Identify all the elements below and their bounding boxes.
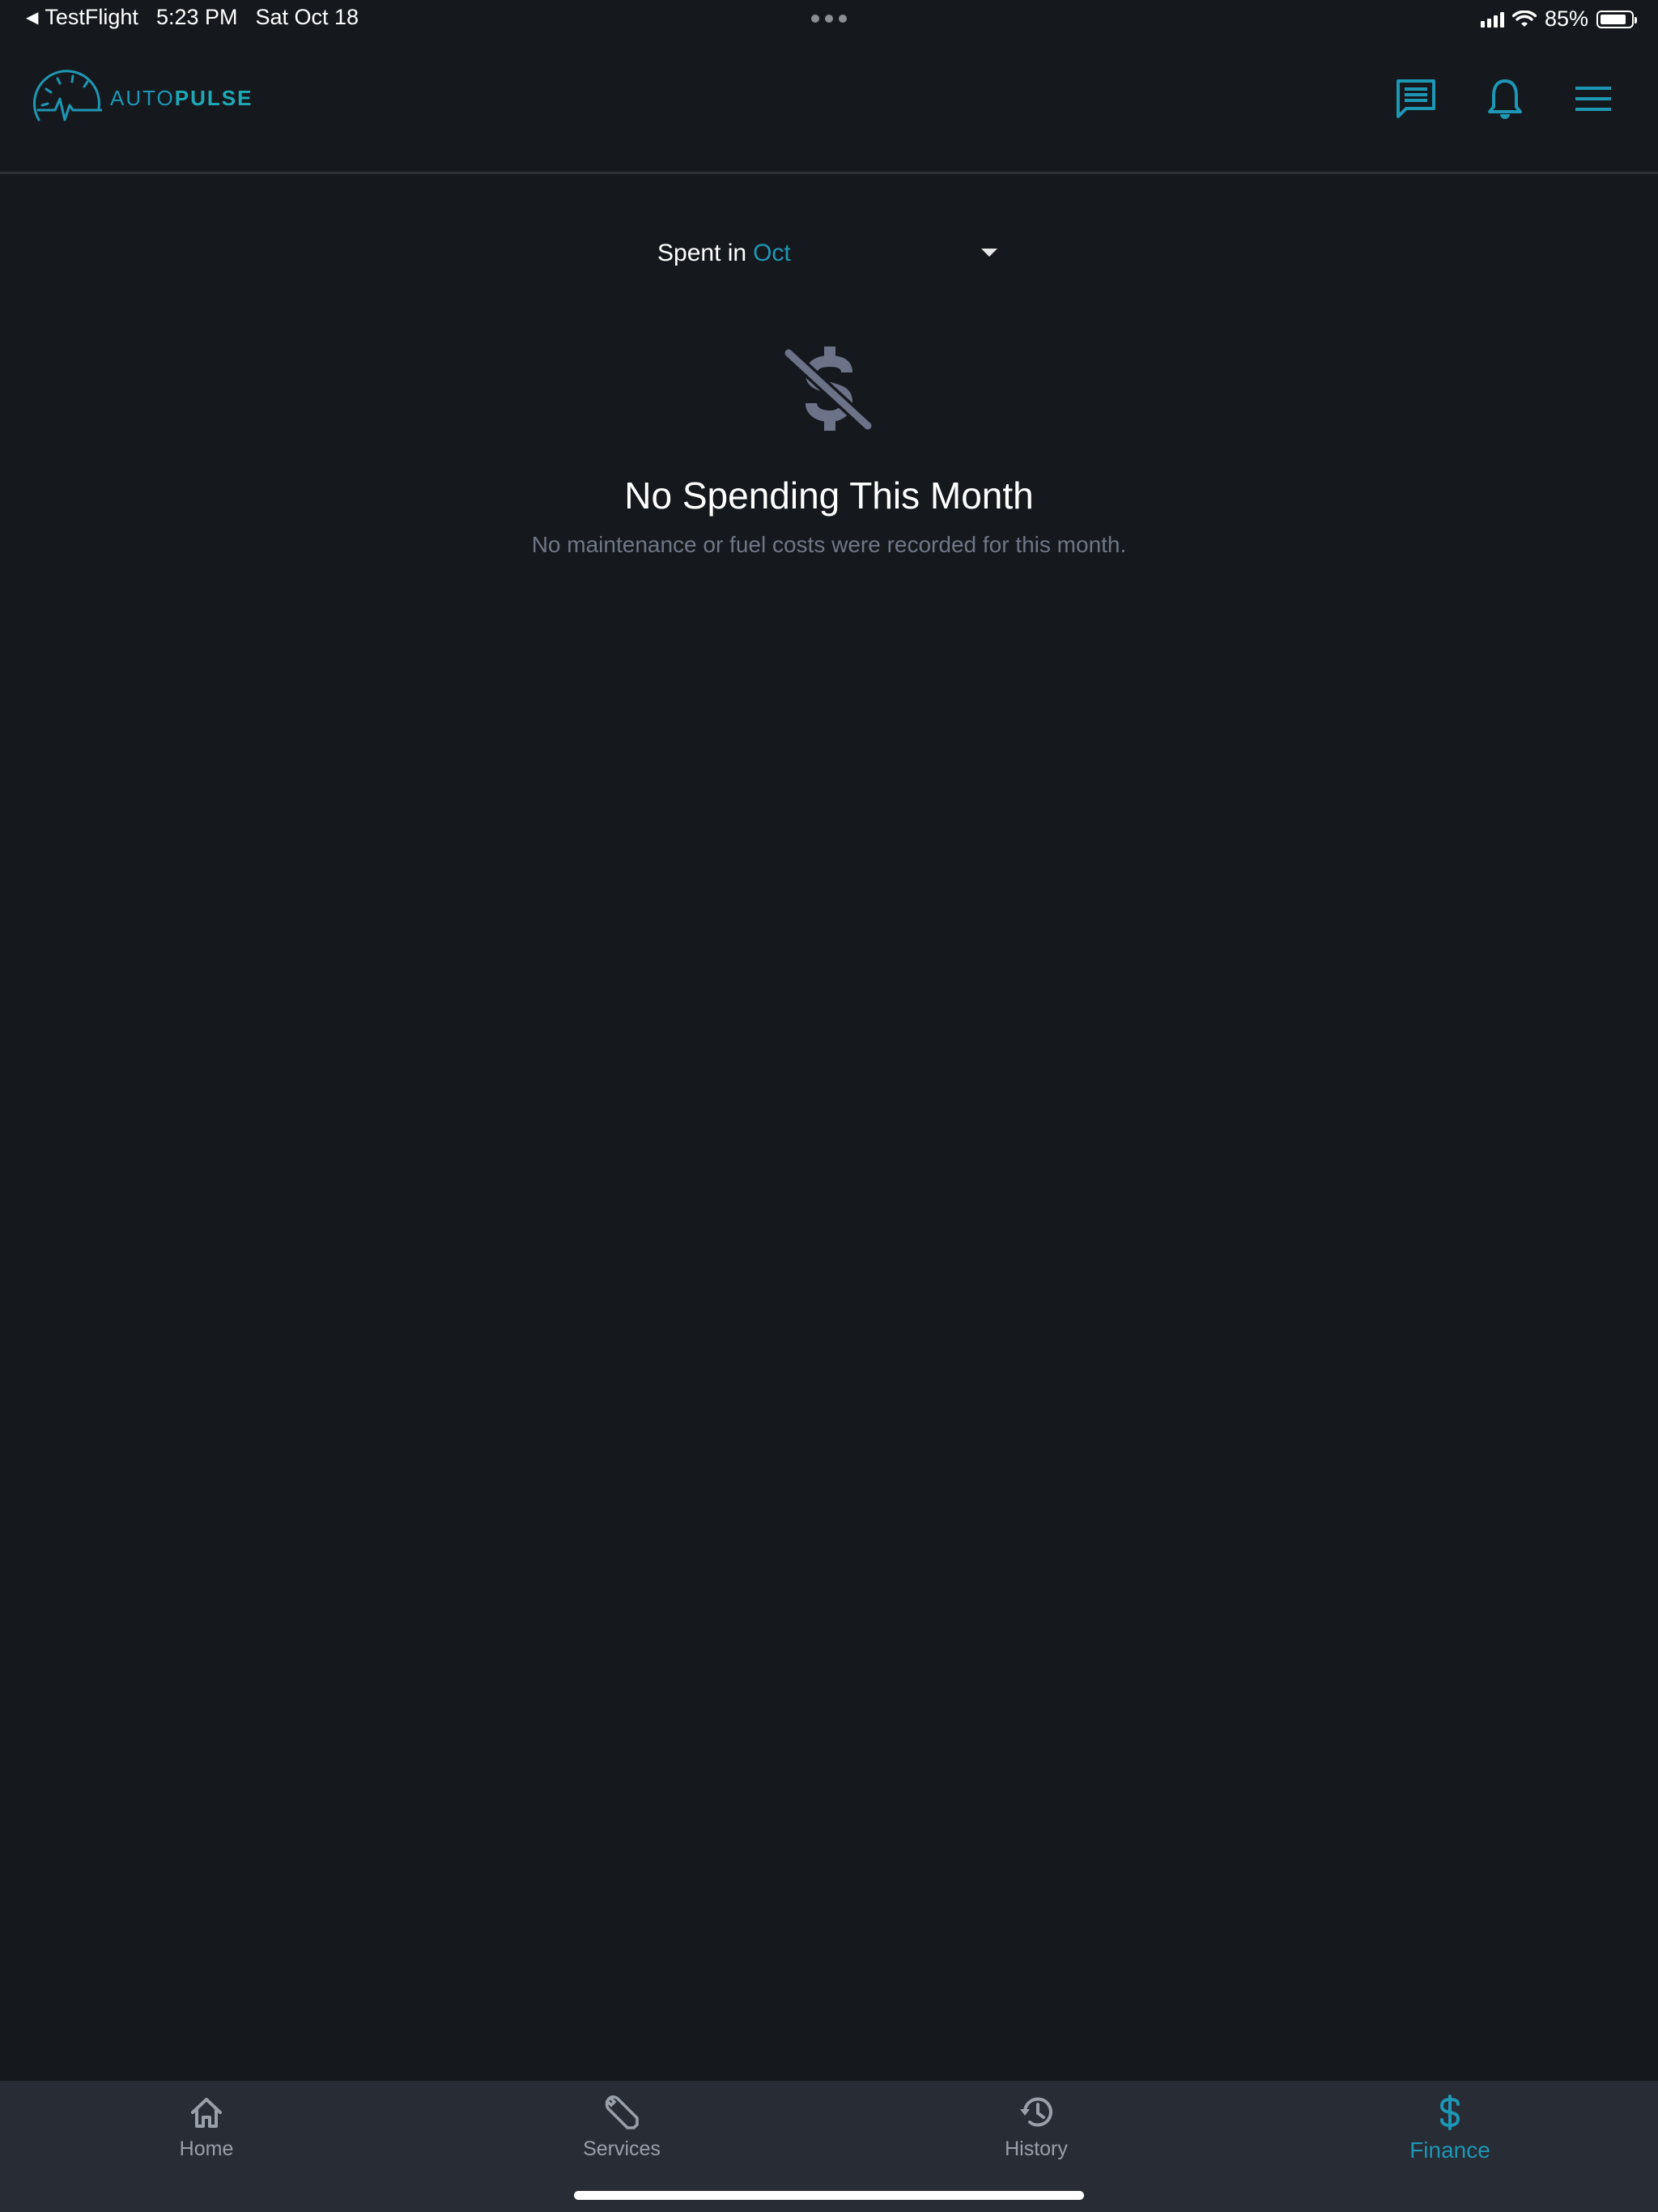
month-dropdown[interactable]: Spent in Oct: [657, 231, 997, 276]
tab-home[interactable]: Home: [85, 2094, 328, 2175]
home-indicator[interactable]: [574, 2191, 1084, 2200]
caret-down-icon: [981, 249, 997, 257]
status-bar: ◀ TestFlight 5:23 PM Sat Oct 18 85%: [0, 0, 1658, 37]
back-app-label[interactable]: TestFlight: [45, 5, 138, 30]
home-icon: [188, 2094, 225, 2131]
cellular-signal-icon: [1480, 11, 1504, 28]
speedometer-logo-icon: [33, 70, 102, 121]
finance-screen: ◀ TestFlight 5:23 PM Sat Oct 18 85% AUTO…: [0, 0, 1658, 2212]
status-bar-left[interactable]: ◀ TestFlight 5:23 PM Sat Oct 18: [26, 5, 359, 30]
tab-finance[interactable]: Finance: [1329, 2094, 1571, 2175]
logo-text-auto: AUTO: [110, 85, 175, 110]
tab-label: Finance: [1409, 2138, 1490, 2163]
wrench-icon: [603, 2094, 640, 2131]
app-logo: AUTOPULSE: [31, 70, 253, 126]
tab-services[interactable]: Services: [500, 2094, 743, 2175]
bell-icon: [1488, 79, 1522, 119]
battery-fill: [1601, 14, 1626, 24]
back-arrow-icon[interactable]: ◀: [26, 7, 38, 28]
no-money-icon: [782, 347, 874, 432]
battery-icon: [1596, 10, 1637, 28]
status-time: 5:23 PM: [155, 5, 238, 29]
month-dropdown-value: Oct: [753, 240, 791, 266]
empty-state-subtitle: No maintenance or fuel costs were record…: [531, 532, 1127, 557]
tab-history[interactable]: History: [915, 2094, 1158, 2175]
status-date: Sat Oct 18: [255, 5, 359, 29]
menu-button[interactable]: [1569, 74, 1618, 123]
app-header: AUTOPULSE: [0, 37, 1658, 174]
tab-label: Home: [179, 2138, 234, 2160]
tab-label: Services: [583, 2138, 661, 2160]
month-dropdown-label: Spent in: [657, 240, 747, 266]
wifi-icon: [1511, 10, 1537, 27]
battery-percent: 85%: [1544, 6, 1588, 31]
dollar-icon: [1431, 2094, 1469, 2131]
empty-state-title: No Spending This Month: [624, 474, 1034, 517]
menu-icon: [1575, 87, 1611, 111]
tab-label: History: [1005, 2138, 1068, 2160]
multitasking-dots-icon[interactable]: [811, 15, 847, 23]
chat-icon: [1397, 79, 1435, 118]
logo-text-pulse: PULSE: [174, 85, 253, 110]
notifications-button[interactable]: [1481, 74, 1529, 123]
logo-wordmark: AUTOPULSE: [110, 86, 253, 111]
status-bar-right: 85%: [1480, 6, 1637, 32]
messages-button[interactable]: [1392, 74, 1440, 123]
history-icon: [1018, 2094, 1055, 2131]
